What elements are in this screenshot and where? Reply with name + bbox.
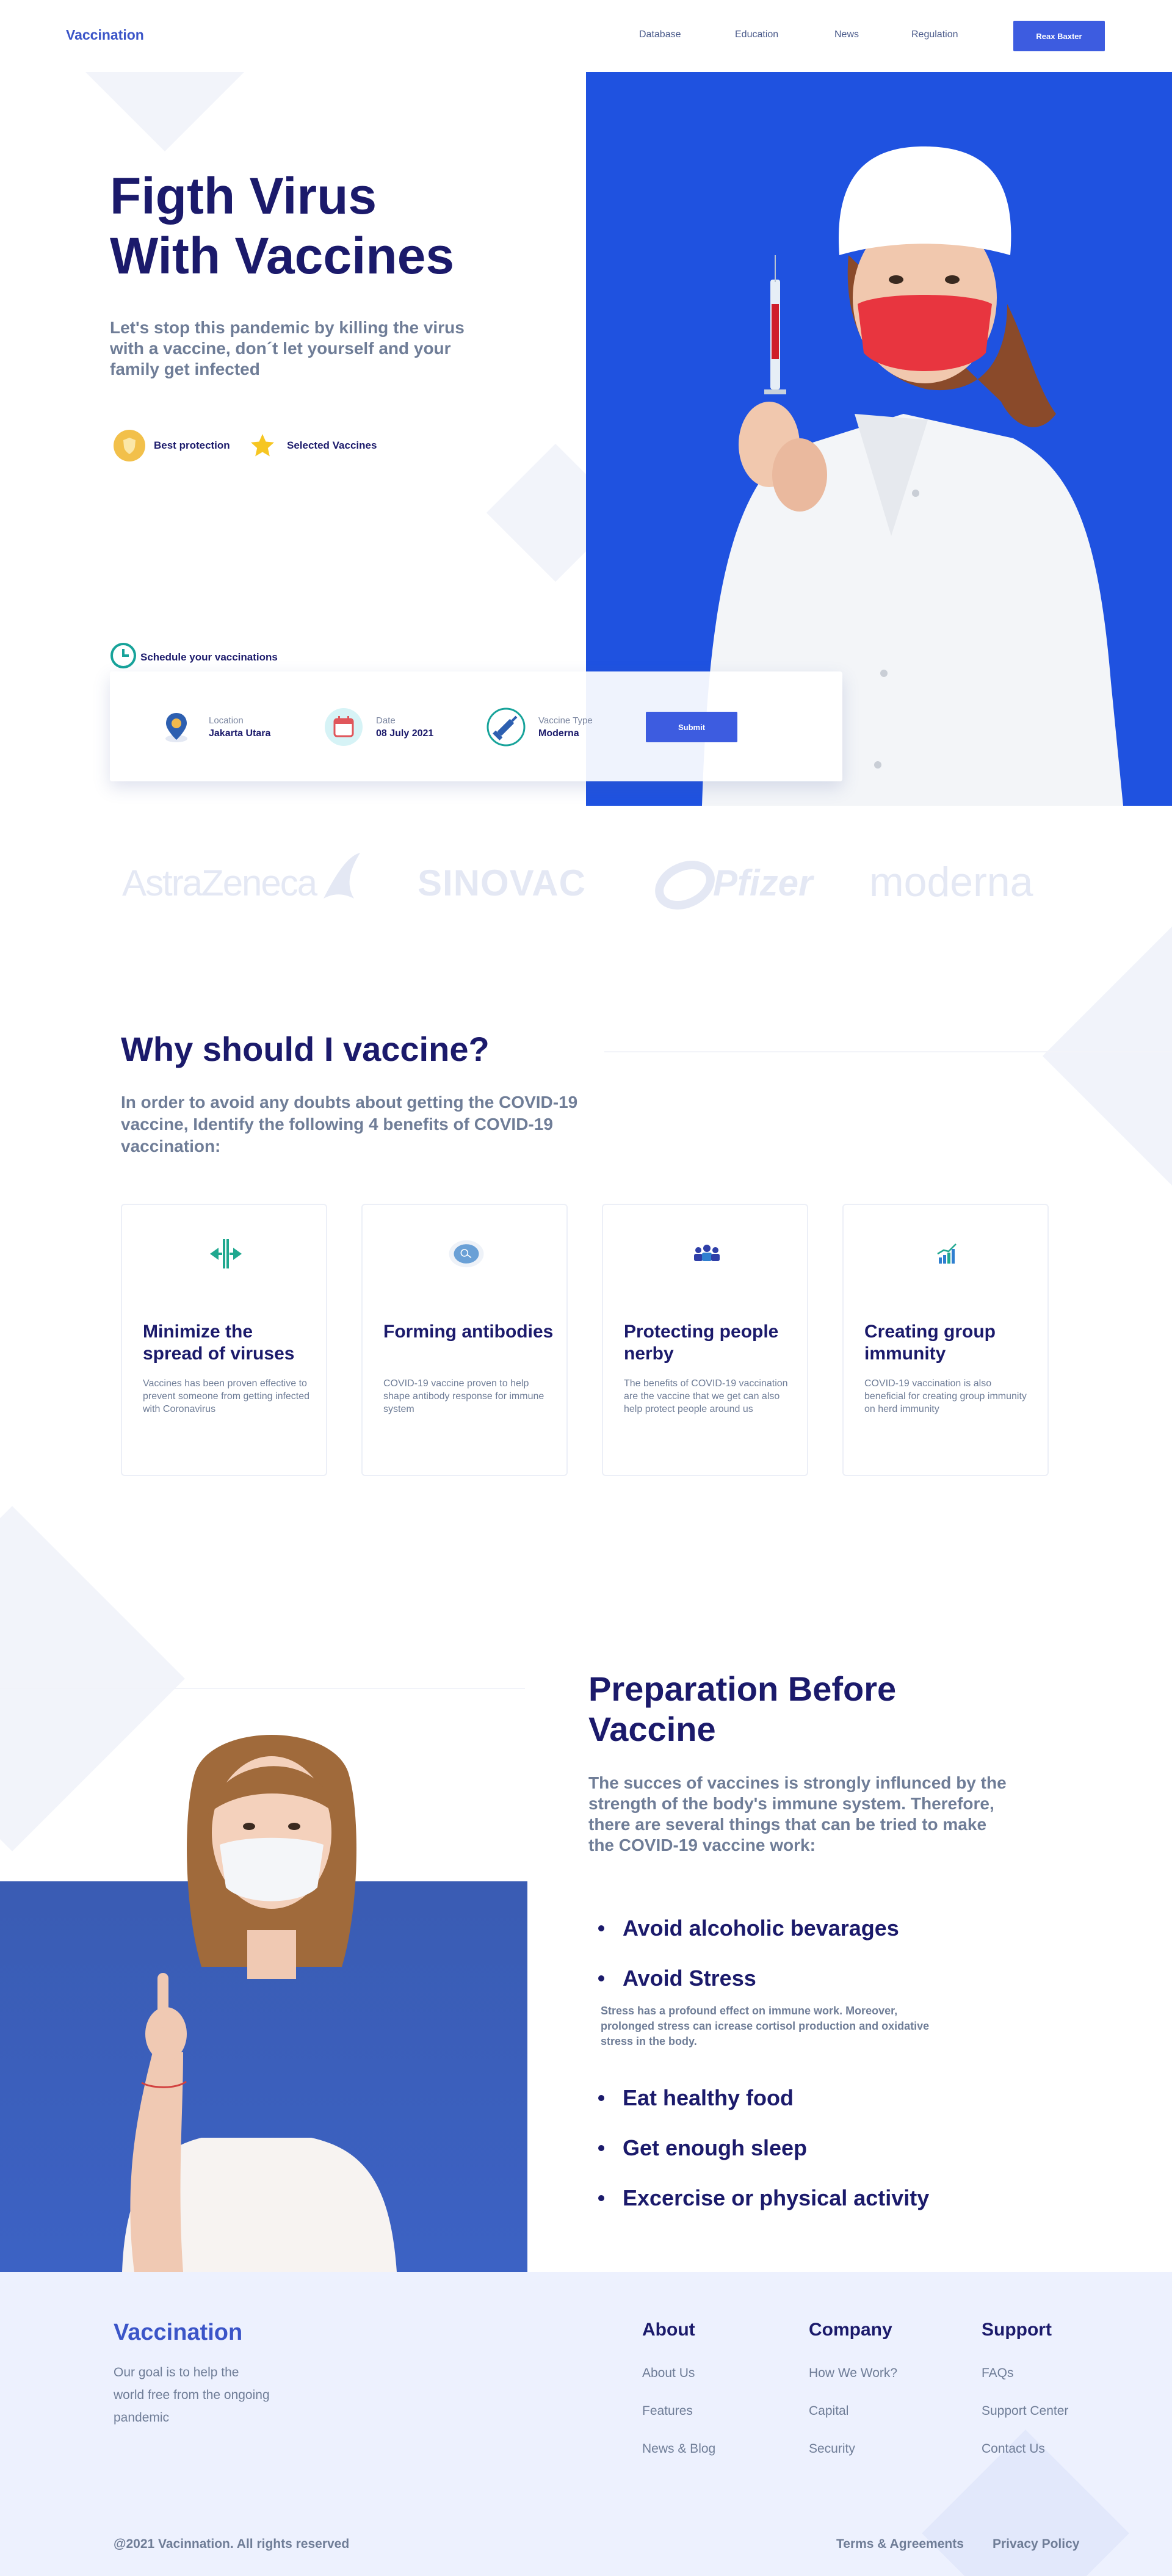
list-item: Eat healthy food <box>598 2085 794 2111</box>
growth-chart-icon <box>929 1236 966 1272</box>
location-pin-icon <box>156 707 197 747</box>
footer-heading-support: Support <box>982 2320 1052 2340</box>
card-title: Minimize the spread of viruses <box>143 1322 295 1364</box>
footer-logo[interactable]: Vaccination <box>114 2320 242 2346</box>
location-value: Jakarta Utara <box>209 728 271 739</box>
badge-selected-vaccines: Selected Vaccines <box>247 430 377 461</box>
card-text: The benefits of COVID-19 vaccination are… <box>624 1378 788 1414</box>
user-button[interactable]: Reax Baxter <box>1013 21 1105 51</box>
benefit-card: Minimize the spread of viruses Vaccines … <box>121 1204 327 1476</box>
footer-link-contact-us[interactable]: Contact Us <box>982 2442 1045 2456</box>
footer-link-about-us[interactable]: About Us <box>642 2366 695 2381</box>
benefit-card: Forming antibodies COVID-19 vaccine prov… <box>361 1204 568 1476</box>
decorative-triangle <box>85 72 244 151</box>
vaccine-type-field[interactable]: Vaccine Type Moderna <box>486 707 593 747</box>
brand-logo-moderna: moderna <box>869 859 1033 905</box>
list-item: Get enough sleep <box>598 2135 807 2161</box>
nav-link-regulation[interactable]: Regulation <box>911 29 958 40</box>
badge-best-protection: Best protection <box>114 430 230 461</box>
location-field[interactable]: Location Jakarta Utara <box>156 707 270 747</box>
why-title: Why should I vaccine? <box>121 1030 490 1068</box>
badge-label: Selected Vaccines <box>287 440 377 451</box>
benefit-card: Protecting people nerby The benefits of … <box>602 1204 808 1476</box>
list-item: Avoid alcoholic bevarages <box>598 1916 899 1941</box>
card-text: Vaccines has been proven effective to pr… <box>143 1378 310 1414</box>
benefit-card: Creating group immunity COVID-19 vaccina… <box>842 1204 1049 1476</box>
brand-logo-pfizer: Pfizer <box>713 863 813 903</box>
bullet-dot <box>598 1975 604 1981</box>
arrows-inward-icon <box>208 1236 244 1272</box>
syringe-icon <box>486 707 526 747</box>
prep-subtitle: The succes of vaccines is strongly influ… <box>588 1773 1007 1854</box>
footer-link-news-blog[interactable]: News & Blog <box>642 2442 715 2456</box>
location-label: Location <box>209 715 244 726</box>
list-item-text: Avoid alcoholic bevarages <box>623 1916 899 1941</box>
nav-link-education[interactable]: Education <box>735 29 778 40</box>
bullet-dot <box>598 2145 604 2151</box>
people-group-icon <box>689 1236 725 1272</box>
vaccine-type-value: Moderna <box>538 728 579 739</box>
terms-link[interactable]: Terms & Agreements <box>836 2537 964 2552</box>
antibody-icon <box>448 1236 485 1272</box>
card-text: COVID-19 vaccine proven to help shape an… <box>383 1378 544 1414</box>
list-item-text: Avoid Stress <box>623 1966 756 1991</box>
footer-heading-about: About <box>642 2320 695 2340</box>
pfizer-mark-icon <box>654 855 715 919</box>
footer-link-support-center[interactable]: Support Center <box>982 2404 1068 2419</box>
hero-title: Figth Virus With Vaccines <box>110 167 455 284</box>
schedule-label: Schedule your vaccinations <box>140 651 278 663</box>
submit-button[interactable]: Submit <box>646 712 737 742</box>
card-text: COVID-19 vaccination is also beneficial … <box>864 1378 1027 1414</box>
astrazeneca-swirl-icon <box>317 850 366 908</box>
bullet-dot <box>598 2095 604 2101</box>
vaccine-type-label: Vaccine Type <box>538 715 593 726</box>
copyright: @2021 Vacinnation. All rights reserved <box>114 2537 350 2551</box>
date-label: Date <box>376 715 396 726</box>
bullet-dot <box>598 2195 604 2201</box>
list-item: Excercise or physical activity <box>598 2185 929 2211</box>
card-title: Forming antibodies <box>383 1322 554 1342</box>
date-field[interactable]: Date 08 July 2021 <box>324 707 433 747</box>
brand-logo-astrazeneca: AstraZeneca <box>122 863 317 903</box>
footer-link-capital[interactable]: Capital <box>809 2404 848 2419</box>
calendar-icon <box>324 707 364 747</box>
list-item-text: Excercise or physical activity <box>623 2185 930 2210</box>
site-logo[interactable]: Vaccination <box>66 27 144 43</box>
list-item: Avoid Stress <box>598 1966 756 1991</box>
privacy-link[interactable]: Privacy Policy <box>993 2537 1079 2552</box>
prep-title: Preparation Before Vaccine <box>588 1670 897 1748</box>
list-item-text: Eat healthy food <box>623 2085 794 2110</box>
footer-link-features[interactable]: Features <box>642 2404 693 2419</box>
card-title: Creating group immunity <box>864 1322 996 1364</box>
stress-note: Stress has a profound effect on immune w… <box>601 2005 930 2047</box>
nav-link-database[interactable]: Database <box>639 29 681 40</box>
schedule-heading: Schedule your vaccinations <box>110 642 278 672</box>
badge-label: Best protection <box>154 440 230 451</box>
hero-subtitle: Let's stop this pandemic by killing the … <box>110 318 465 378</box>
footer-description: Our goal is to help the world free from … <box>114 2365 270 2425</box>
star-icon <box>247 430 278 461</box>
card-title: Protecting people nerby <box>624 1322 779 1364</box>
nav-link-news[interactable]: News <box>834 29 859 40</box>
footer-link-security[interactable]: Security <box>809 2442 855 2456</box>
footer-link-how-we-work[interactable]: How We Work? <box>809 2366 897 2381</box>
divider-line <box>604 1051 1172 1052</box>
decorative-diamond <box>0 1506 185 1851</box>
decorative-diamond <box>1042 926 1172 1186</box>
footer-heading-company: Company <box>809 2320 892 2340</box>
why-subtitle: In order to avoid any doubts about getti… <box>121 1093 578 1156</box>
divider-line <box>0 1688 525 1689</box>
footer-link-faqs[interactable]: FAQs <box>982 2366 1014 2381</box>
date-value: 08 July 2021 <box>376 728 434 739</box>
clock-icon <box>110 642 137 672</box>
shield-icon <box>114 430 145 461</box>
bullet-dot <box>598 1925 604 1931</box>
list-item-text: Get enough sleep <box>623 2135 808 2160</box>
prep-photo-woman-with-mask <box>0 1735 527 2272</box>
brand-logo-sinovac: SINOVAC <box>418 863 586 903</box>
